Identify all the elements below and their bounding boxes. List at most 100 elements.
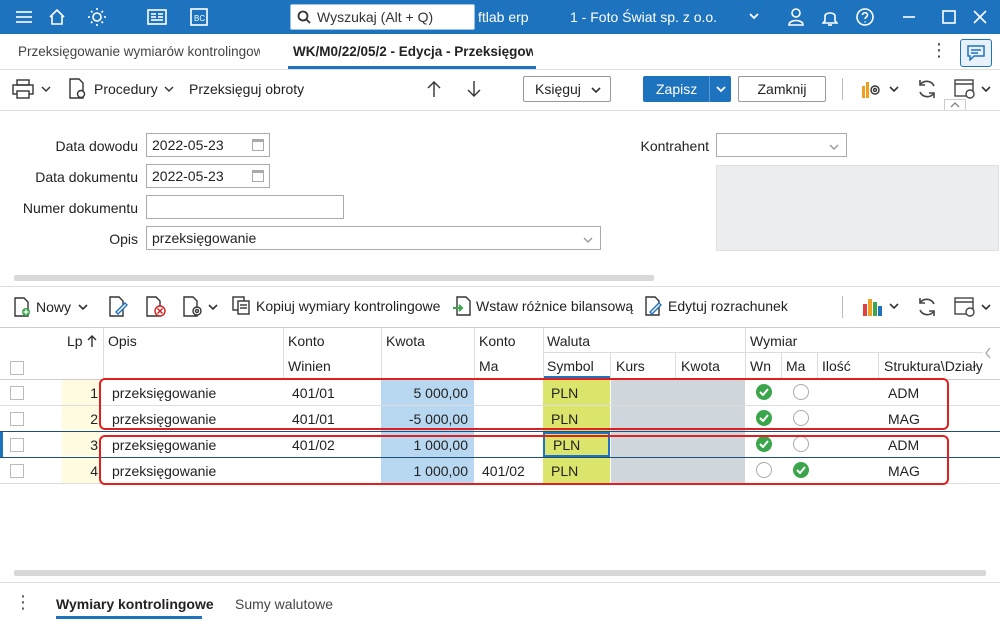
col-header-konto[interactable]: Konto (288, 333, 325, 349)
col-header-kurs[interactable]: Kurs (616, 358, 645, 374)
nowy-button[interactable]: Nowy (12, 297, 89, 317)
col-header-winien[interactable]: Winien (288, 358, 331, 374)
tab-sumy-walutowe[interactable]: Sumy walutowe (235, 596, 333, 612)
new-document-icon (14, 297, 30, 317)
entries-grid: Lp Opis Konto Kwota Konto Waluta Wymiar … (0, 327, 1000, 567)
data-dowodu-value: 2022-05-23 (152, 137, 224, 153)
tab-przeksiegowanie-wymiarow[interactable]: Przeksięgowanie wymiarów kontrolingowych (18, 44, 260, 59)
wstaw-roznice-button[interactable]: Wstaw różnice bilansową (452, 296, 633, 316)
chevron-up-icon (950, 102, 960, 108)
edit-document-icon (645, 296, 662, 316)
kopiuj-label: Kopiuj wymiary kontrolingowe (256, 298, 441, 314)
row-checkbox[interactable] (10, 464, 24, 478)
help-icon[interactable] (853, 6, 877, 28)
numer-dokumentu-field[interactable] (146, 195, 344, 219)
grid-refresh-icon[interactable] (916, 296, 938, 318)
kontrahent-label: Kontrahent (640, 138, 710, 154)
chevron-down-icon (164, 86, 174, 92)
tab-wymiary-kontrolingowe[interactable]: Wymiary kontrolingowe (56, 596, 214, 612)
close-icon[interactable] (968, 6, 992, 28)
news-icon[interactable] (145, 6, 169, 28)
chat-icon (967, 45, 985, 61)
zamknij-button[interactable]: Zamknij (738, 76, 826, 102)
chevron-down-icon (981, 86, 991, 93)
col-header-symbol[interactable]: Symbol (547, 358, 594, 374)
search-input[interactable]: Wyszukaj (Alt + Q) (290, 4, 475, 30)
active-tab-indicator (288, 66, 536, 69)
select-all-checkbox[interactable] (10, 361, 24, 375)
arrow-down-icon[interactable] (466, 80, 482, 98)
col-header-ma[interactable]: Ma (479, 358, 498, 374)
hamburger-menu-icon[interactable] (12, 6, 36, 28)
numer-dokumentu-label: Numer dokumentu (22, 200, 138, 216)
data-dokumentu-field[interactable]: 2022-05-23 (146, 164, 270, 188)
opis-label: Opis (109, 231, 138, 247)
row-checkbox[interactable] (10, 438, 24, 452)
highlight-box-rows-3-4 (99, 435, 949, 485)
edytuj-rozrachunek-button[interactable]: Edytuj rozrachunek (644, 296, 788, 316)
col-header-opis[interactable]: Opis (108, 333, 137, 349)
form-horizontal-scrollbar[interactable] (14, 275, 654, 281)
chevron-down-icon (41, 86, 51, 92)
maximize-icon[interactable] (937, 6, 961, 28)
minimize-icon[interactable] (897, 6, 921, 28)
bell-icon[interactable] (818, 6, 842, 28)
settings-button[interactable] (860, 78, 900, 100)
col-header-kwota[interactable]: Kwota (386, 333, 425, 349)
zapisz-button[interactable]: Zapisz (643, 76, 731, 102)
grid-horizontal-scrollbar[interactable] (14, 570, 986, 576)
bottom-more-icon[interactable]: ⋮ (14, 592, 32, 613)
refresh-icon[interactable] (916, 78, 938, 103)
col-header-ma-wymiar[interactable]: Ma (786, 358, 805, 374)
row-checkbox[interactable] (10, 412, 24, 426)
edit-icon[interactable] (108, 296, 128, 318)
tab-edycja-active[interactable]: WK/M0/22/05/2 - Edycja - Przeksięgowanie (293, 44, 533, 59)
kontrahent-details-box (716, 165, 999, 251)
procedury-label: Procedury (94, 81, 158, 97)
search-icon (297, 10, 311, 24)
bc-icon[interactable]: BC (187, 6, 211, 28)
col-header-struktura[interactable]: Struktura\Działy (884, 358, 1000, 374)
chevron-down-icon[interactable] (582, 234, 594, 246)
chevron-down-icon (78, 304, 88, 311)
kopiuj-wymiary-button[interactable]: Kopiuj wymiary kontrolingowe (232, 296, 440, 316)
more-options-icon[interactable]: ⋮ (930, 40, 948, 61)
przeksieguj-obroty-button[interactable]: Przeksięguj obroty (189, 81, 304, 97)
col-header-lp[interactable]: Lp (67, 333, 83, 349)
document-gear-icon (183, 296, 202, 317)
col-header-konto-ma[interactable]: Konto (479, 333, 516, 349)
grid-toolbar: Nowy Kopiuj wymiary kontrolingowe Wstaw … (0, 286, 1000, 326)
user-icon[interactable] (784, 6, 808, 28)
col-header-kwota-waluta[interactable]: Kwota (681, 358, 720, 374)
document-settings-button[interactable] (182, 296, 219, 318)
col-header-wn[interactable]: Wn (750, 358, 771, 374)
row-lp: 4 (62, 458, 101, 483)
opis-field[interactable]: przeksięgowanie (146, 226, 601, 250)
grid-window-settings-button[interactable] (954, 296, 992, 318)
data-dokumentu-label: Data dokumentu (35, 169, 138, 185)
chart-button[interactable] (862, 296, 900, 316)
col-header-ilosc[interactable]: Ilość (822, 358, 851, 374)
active-bottom-tab-indicator (56, 616, 202, 619)
collapse-toolbar-button[interactable] (944, 99, 966, 110)
calendar-icon[interactable] (252, 139, 264, 151)
svg-text:BC: BC (194, 14, 205, 23)
sort-ascending-icon[interactable] (86, 334, 98, 348)
sun-icon[interactable] (85, 6, 109, 28)
delete-icon[interactable] (145, 296, 167, 318)
arrow-up-icon[interactable] (426, 80, 442, 98)
data-dowodu-field[interactable]: 2022-05-23 (146, 133, 270, 157)
ksieguj-button[interactable]: Księguj (523, 76, 611, 102)
company-selector[interactable]: 1 - Foto Świat sp. z o.o. (570, 9, 717, 25)
row-checkbox[interactable] (10, 386, 24, 400)
procedury-menu[interactable]: Procedury (68, 78, 175, 100)
calendar-icon[interactable] (252, 170, 264, 182)
chat-button[interactable] (960, 39, 992, 67)
row-lp: 1 (62, 380, 101, 405)
home-icon[interactable] (45, 6, 69, 28)
chevron-down-icon[interactable] (748, 9, 760, 25)
window-settings-button[interactable] (954, 78, 992, 100)
kontrahent-select[interactable] (716, 133, 847, 157)
print-button[interactable] (12, 79, 52, 99)
chevron-down-icon[interactable] (715, 83, 727, 95)
